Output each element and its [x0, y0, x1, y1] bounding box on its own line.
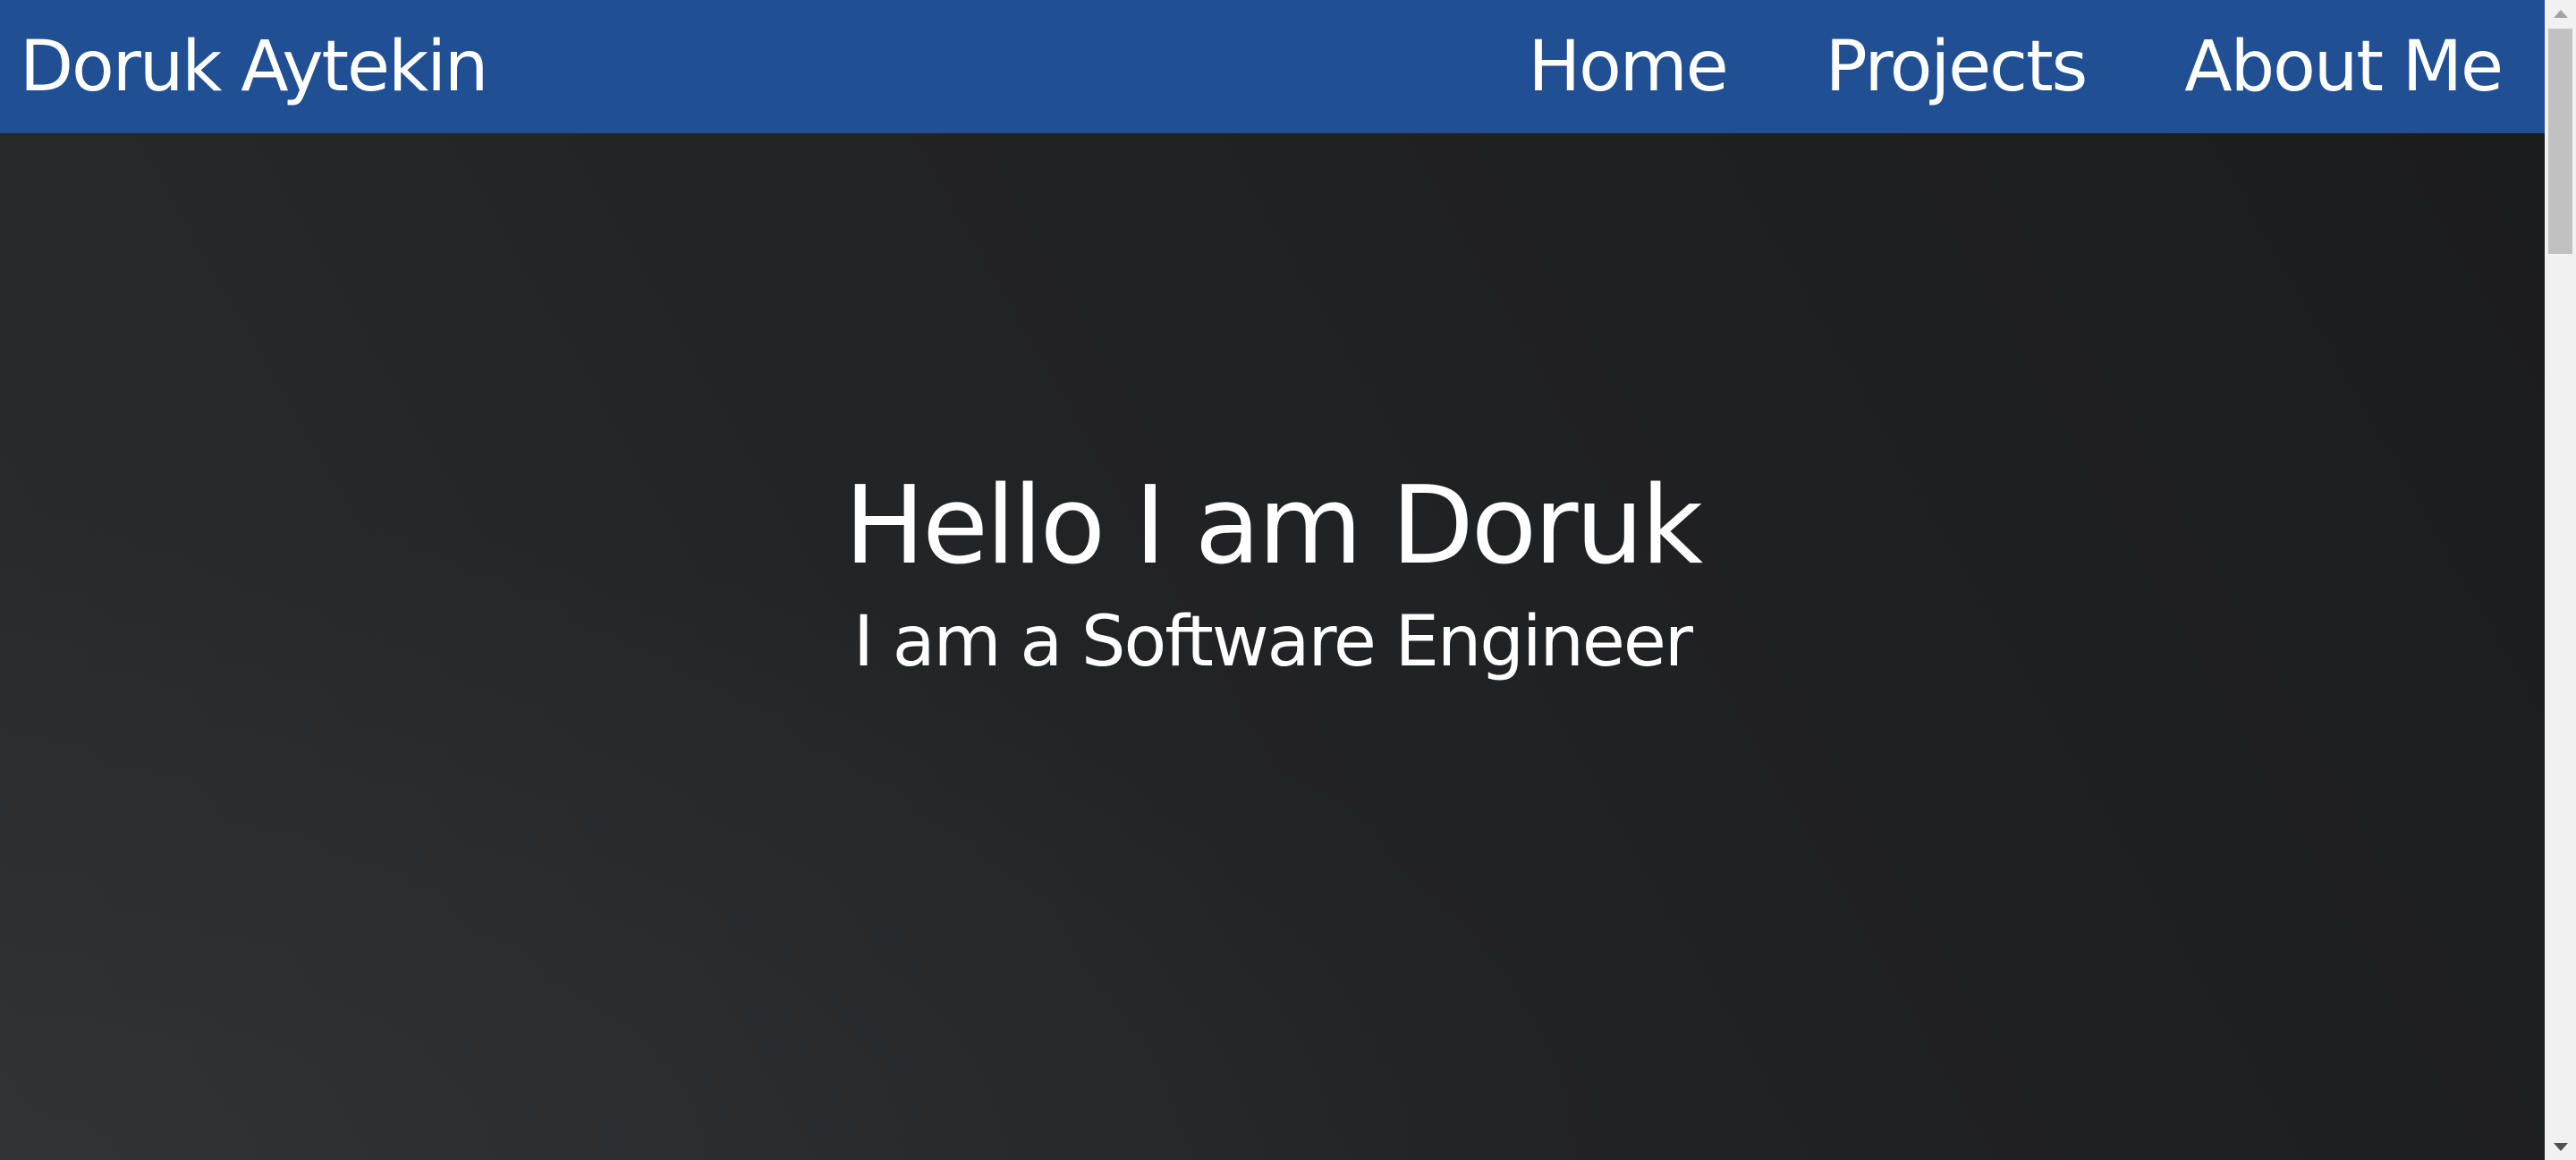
brand-link[interactable]: Doruk Aytekin — [0, 27, 488, 107]
hero-title: Hello I am Doruk — [843, 464, 1703, 588]
nav-link-about-me[interactable]: About Me — [2184, 27, 2504, 107]
nav-links: Home Projects About Me — [1429, 27, 2545, 107]
scroll-down-arrow-icon[interactable] — [2545, 1133, 2576, 1160]
navbar: Doruk Aytekin Home Projects About Me — [0, 0, 2545, 133]
scrollbar-thumb[interactable] — [2548, 29, 2572, 254]
hero-section: Hello I am Doruk I am a Software Enginee… — [0, 133, 2545, 1160]
page: Doruk Aytekin Home Projects About Me Hel… — [0, 0, 2576, 1160]
nav-link-projects[interactable]: Projects — [1826, 27, 2089, 107]
hero-subtitle: I am a Software Engineer — [853, 602, 1693, 682]
scroll-up-arrow-icon[interactable] — [2545, 0, 2576, 27]
vertical-scrollbar[interactable] — [2545, 0, 2576, 1160]
nav-link-home[interactable]: Home — [1528, 27, 1728, 107]
